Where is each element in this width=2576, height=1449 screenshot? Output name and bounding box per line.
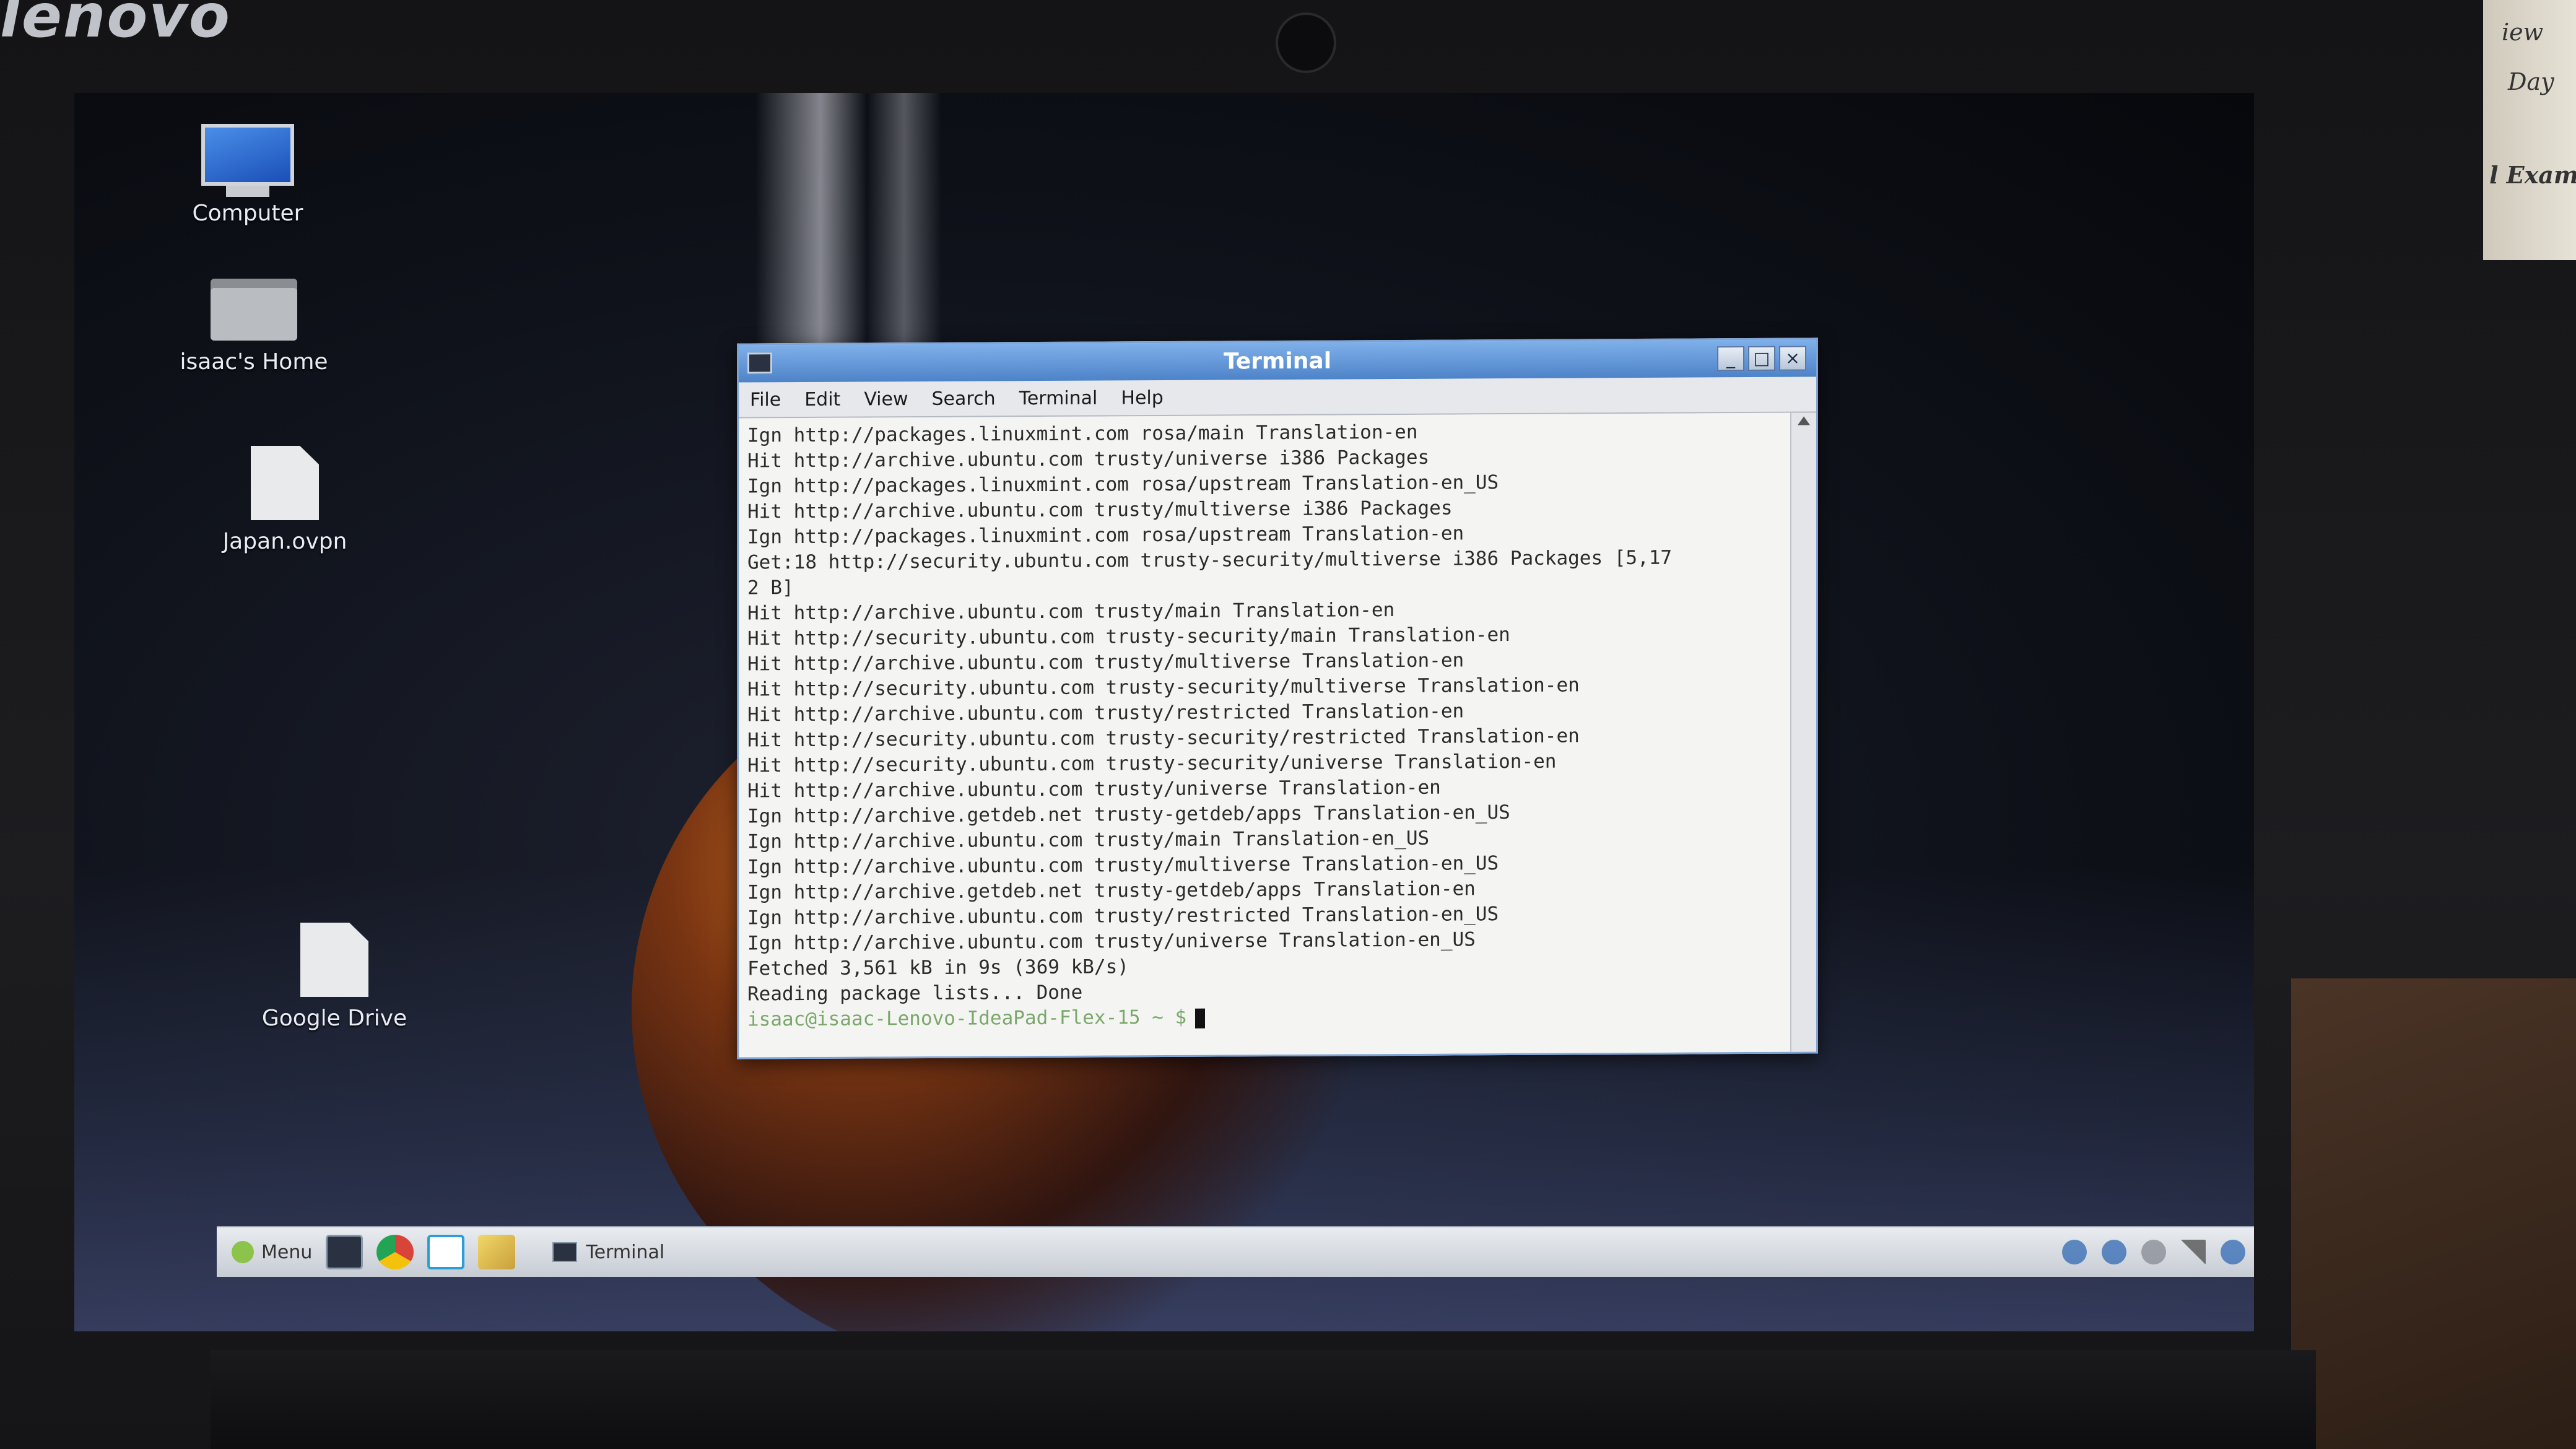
desktop-icon-label: isaac's Home	[180, 349, 328, 375]
start-menu-button[interactable]: Menu	[232, 1241, 312, 1263]
desktop-icon-google-drive[interactable]: Google Drive	[235, 923, 433, 1031]
menu-file[interactable]: File	[750, 389, 781, 411]
home-folder-icon	[211, 272, 297, 341]
scrollbar[interactable]	[1790, 412, 1816, 1052]
brackets-icon[interactable]	[427, 1235, 465, 1269]
terminal-icon	[552, 1242, 578, 1262]
menu-edit[interactable]: Edit	[804, 388, 840, 410]
output-line: Get:18 http://security.ubuntu.com trusty…	[747, 546, 1673, 574]
screen-glare	[755, 93, 941, 353]
maximize-button[interactable]: □	[1748, 346, 1775, 372]
map-icon[interactable]	[478, 1235, 516, 1269]
desktop-icon-home[interactable]: isaac's Home	[155, 272, 353, 375]
update-icon[interactable]	[2221, 1240, 2245, 1264]
terminal-output[interactable]: Ign http://packages.linuxmint.com rosa/m…	[739, 412, 1791, 1058]
menu-bar: File Edit View Search Terminal Help	[739, 376, 1816, 419]
minimize-button[interactable]: _	[1717, 346, 1744, 372]
bluetooth-icon[interactable]	[2102, 1240, 2126, 1264]
webcam	[1276, 12, 1336, 73]
mint-logo-icon	[232, 1241, 254, 1263]
menu-help[interactable]: Help	[1121, 386, 1163, 408]
computer-icon	[201, 124, 294, 197]
volume-icon[interactable]	[2141, 1240, 2166, 1264]
file-icon	[251, 446, 319, 520]
desktop-icon-label: Japan.ovpn	[222, 529, 347, 554]
window-title: Terminal	[1223, 348, 1332, 375]
taskbar-item-terminal[interactable]: Terminal	[552, 1242, 664, 1263]
brand-logo: lenovo	[0, 0, 231, 51]
start-menu-label: Menu	[261, 1241, 313, 1263]
desk-surface	[2291, 978, 2576, 1449]
desktop-icon-label: Google Drive	[261, 1006, 407, 1031]
scroll-up-arrow-icon[interactable]	[1798, 416, 1810, 425]
network-icon[interactable]	[2062, 1240, 2087, 1264]
paper-text: l Exam!	[2489, 161, 2576, 189]
terminal-launcher-icon[interactable]	[326, 1235, 363, 1269]
desktop-icon-computer[interactable]: Computer	[149, 124, 347, 226]
desktop-icon-japan-ovpn[interactable]: Japan.ovpn	[186, 446, 384, 554]
desktop-icon-label: Computer	[192, 201, 303, 226]
taskbar-item-label: Terminal	[586, 1241, 665, 1263]
text-cursor	[1195, 1008, 1206, 1029]
prompt-line[interactable]: isaac@isaac-Lenovo-IdeaPad-Flex-15 ~ $	[747, 1002, 1783, 1033]
signal-icon[interactable]	[2181, 1240, 2206, 1264]
menu-terminal[interactable]: Terminal	[1019, 387, 1098, 409]
chrome-icon[interactable]	[376, 1235, 414, 1269]
taskbar: Menu Terminal	[217, 1226, 2254, 1277]
laptop-hinge	[211, 1350, 2316, 1449]
screen: Computer isaac's Home Japan.ovpn Google …	[74, 93, 2254, 1331]
shell-prompt: isaac@isaac-Lenovo-IdeaPad-Flex-15 ~ $	[747, 1006, 1187, 1031]
paper-text: Day	[2508, 68, 2554, 95]
system-tray	[2047, 1240, 2254, 1264]
terminal-window[interactable]: Terminal _ □ × File Edit View Search Ter…	[737, 337, 1818, 1060]
menu-view[interactable]: View	[864, 388, 908, 410]
close-button[interactable]: ×	[1779, 346, 1806, 371]
file-icon	[300, 923, 368, 997]
menu-search[interactable]: Search	[932, 388, 996, 410]
paper-text: iew	[2502, 19, 2544, 46]
background-paper: iew Day l Exam!	[2483, 0, 2576, 260]
terminal-titlebar[interactable]: Terminal _ □ ×	[739, 339, 1816, 383]
